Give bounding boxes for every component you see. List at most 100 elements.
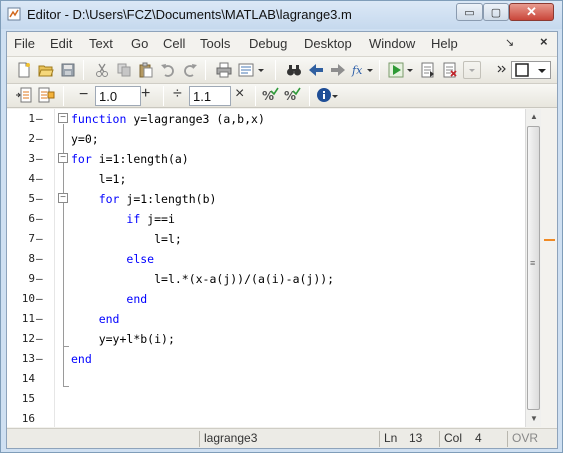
info-dropdown-icon[interactable] bbox=[331, 87, 339, 105]
find-icon[interactable] bbox=[285, 61, 303, 79]
breakpoint-dash[interactable]: – bbox=[36, 252, 43, 265]
menu-debug[interactable]: Debug bbox=[249, 36, 287, 51]
minimize-button[interactable]: ▭ bbox=[456, 3, 483, 21]
open-folder-icon[interactable] bbox=[37, 61, 55, 79]
scroll-grip-icon: ≡ bbox=[530, 258, 536, 268]
status-filename: lagrange3 bbox=[199, 431, 379, 447]
editor-app-icon bbox=[7, 7, 21, 21]
breakpoint-dash[interactable]: – bbox=[36, 192, 43, 205]
toolbar-overflow-icon[interactable] bbox=[497, 61, 507, 79]
fold-for-i-icon[interactable]: − bbox=[58, 153, 68, 163]
maximize-button[interactable]: ▢ bbox=[483, 3, 509, 21]
evaluate-cell-icon[interactable] bbox=[37, 86, 55, 104]
code-line[interactable]: end bbox=[71, 352, 92, 366]
breakpoint-dash[interactable]: – bbox=[36, 172, 43, 185]
code-keyword: end bbox=[71, 352, 92, 366]
vertical-scrollbar[interactable]: ▲ ≡ ▼ bbox=[525, 109, 541, 427]
redo-icon[interactable] bbox=[181, 61, 199, 79]
close-document-icon[interactable]: × bbox=[540, 34, 548, 49]
save-icon[interactable] bbox=[59, 61, 77, 79]
cell-factor-field[interactable]: 1.1 bbox=[189, 86, 231, 106]
fold-function-icon[interactable]: − bbox=[58, 113, 68, 123]
decrement-button[interactable]: − bbox=[79, 86, 88, 104]
breakpoint-dash[interactable]: – bbox=[36, 212, 43, 225]
scroll-thumb[interactable]: ≡ bbox=[527, 126, 540, 410]
menu-go[interactable]: Go bbox=[131, 36, 148, 51]
menu-help[interactable]: Help bbox=[431, 36, 458, 51]
cut-icon[interactable] bbox=[93, 61, 111, 79]
function-browser-icon[interactable] bbox=[237, 61, 269, 79]
code-text: i=1:length(a) bbox=[91, 152, 189, 166]
undo-icon[interactable] bbox=[159, 61, 177, 79]
code-editor[interactable]: 1–2–3–4–5–6–7–8–9–10–11–12–13–14 15 16 − −… bbox=[7, 109, 541, 427]
code-line[interactable]: l=1; bbox=[71, 172, 127, 186]
toolbar-separator bbox=[379, 60, 380, 80]
toolbar-separator bbox=[163, 86, 164, 106]
stack-dropdown[interactable] bbox=[463, 61, 481, 79]
back-arrow-icon[interactable] bbox=[307, 61, 325, 79]
code-line[interactable]: for j=1:length(b) bbox=[71, 192, 217, 206]
menu-desktop[interactable]: Desktop bbox=[304, 36, 352, 51]
insert-cell-icon[interactable] bbox=[15, 86, 33, 104]
step-icon[interactable] bbox=[419, 61, 437, 79]
breakpoint-dash[interactable]: – bbox=[36, 312, 43, 325]
multiply-button[interactable]: × bbox=[235, 85, 244, 103]
breakpoint-dash[interactable]: – bbox=[36, 152, 43, 165]
percent-cell-icon[interactable]: % bbox=[261, 87, 279, 105]
menu-tools[interactable]: Tools bbox=[200, 36, 230, 51]
breakpoint-dash[interactable]: – bbox=[36, 352, 43, 365]
code-line[interactable]: end bbox=[71, 312, 120, 326]
menu-text[interactable]: Text bbox=[89, 36, 113, 51]
scroll-up-arrow-icon[interactable]: ▲ bbox=[526, 109, 542, 125]
copy-icon[interactable] bbox=[115, 61, 133, 79]
forward-arrow-icon[interactable] bbox=[329, 61, 347, 79]
menu-edit[interactable]: Edit bbox=[50, 36, 72, 51]
warning-marker[interactable] bbox=[544, 239, 555, 241]
menu-cell[interactable]: Cell bbox=[163, 36, 185, 51]
code-line[interactable]: function y=lagrange3 (a,b,x) bbox=[71, 112, 265, 126]
code-keyword: end bbox=[126, 292, 148, 306]
line-number: 3 bbox=[28, 152, 35, 165]
step-in-icon[interactable] bbox=[441, 61, 459, 79]
editor-window: Editor - D:\Users\FCZ\Documents\MATLAB\l… bbox=[0, 0, 563, 453]
percent-cell-remove-icon[interactable]: % bbox=[283, 87, 301, 105]
fold-for-j-icon[interactable]: − bbox=[58, 193, 68, 203]
run-icon[interactable] bbox=[387, 61, 405, 79]
code-line[interactable]: if j==i bbox=[71, 212, 175, 226]
breakpoint-dash[interactable]: – bbox=[36, 272, 43, 285]
code-line[interactable]: l=l; bbox=[71, 232, 182, 246]
undock-icon[interactable]: ↘ bbox=[505, 36, 514, 49]
code-line[interactable]: y=0; bbox=[71, 132, 99, 146]
layout-dropdown[interactable] bbox=[511, 61, 551, 79]
code-line[interactable]: l=l.*(x-a(j))/(a(i)-a(j)); bbox=[71, 272, 334, 286]
menu-window[interactable]: Window bbox=[369, 36, 415, 51]
status-bar: lagrange3 Ln 13 Col 4 OVR bbox=[7, 428, 557, 448]
breakpoint-dash[interactable]: – bbox=[36, 332, 43, 345]
cell-increment-field[interactable]: 1.0 bbox=[95, 86, 141, 106]
code-line[interactable]: y=y+l*b(i); bbox=[71, 332, 175, 346]
code-line[interactable]: for i=1:length(a) bbox=[71, 152, 189, 166]
fx-function-icon[interactable]: fx bbox=[351, 61, 375, 79]
breakpoint-dash[interactable]: – bbox=[36, 292, 43, 305]
scroll-down-arrow-icon[interactable]: ▼ bbox=[526, 411, 542, 427]
breakpoint-dash[interactable]: – bbox=[36, 232, 43, 245]
title-bar[interactable]: Editor - D:\Users\FCZ\Documents\MATLAB\l… bbox=[1, 1, 562, 29]
print-icon[interactable] bbox=[215, 61, 233, 79]
increment-button[interactable]: + bbox=[141, 85, 150, 103]
menu-file[interactable]: File bbox=[14, 36, 35, 51]
run-dropdown-icon[interactable] bbox=[405, 61, 415, 79]
paste-icon[interactable] bbox=[137, 61, 155, 79]
breakpoint-dash[interactable]: – bbox=[36, 112, 43, 125]
close-window-button[interactable]: ✕ bbox=[509, 3, 554, 21]
code-text: j==i bbox=[140, 212, 175, 226]
breakpoint-dash[interactable]: – bbox=[36, 132, 43, 145]
divide-button[interactable]: ÷ bbox=[173, 85, 182, 103]
code-line[interactable]: else bbox=[71, 252, 154, 266]
code-keyword: for bbox=[71, 152, 92, 166]
new-file-icon[interactable] bbox=[15, 61, 33, 79]
code-line[interactable]: end bbox=[71, 292, 147, 306]
